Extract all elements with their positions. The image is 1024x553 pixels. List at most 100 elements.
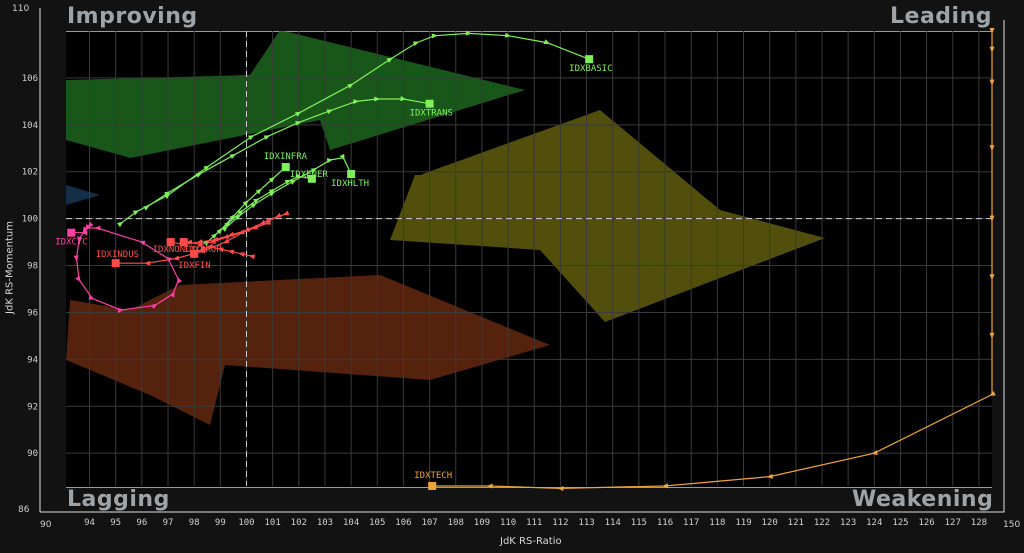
y-tick-label: 104 (22, 121, 38, 131)
trail-line (214, 175, 312, 236)
series-label: IDXHLTH (331, 179, 369, 189)
trail-point (412, 41, 420, 47)
trail-point (75, 275, 81, 283)
x-axis-title: JdK RS-Ratio (500, 536, 562, 547)
x-tick-label: 97 (163, 518, 174, 528)
series-label: IDXTECH (414, 471, 452, 481)
trail-point (229, 153, 237, 159)
trail-point (94, 225, 101, 231)
trail-point (263, 135, 271, 141)
trail-point (177, 276, 183, 284)
x-tick-label: 111 (526, 518, 542, 528)
current-point-marker[interactable] (428, 482, 437, 490)
current-point-marker[interactable] (111, 259, 120, 268)
x-tick-label: 115 (631, 518, 647, 528)
series-label: IDXTRANS (410, 109, 453, 119)
x-tick-label: 123 (840, 518, 856, 528)
y-tick-label: 90 (27, 449, 38, 459)
quadrant-label-leading: Leading (890, 4, 992, 29)
series-label: IDXENER (290, 170, 329, 180)
x-tick-label: 105 (369, 518, 385, 528)
x-tick-label: 103 (317, 518, 333, 528)
trail-point (222, 238, 230, 244)
series-idxhlth: IDXHLTH (221, 153, 369, 232)
y-tick-label: 102 (22, 168, 38, 178)
trail-point (144, 260, 151, 266)
x-tick-label: 122 (814, 518, 830, 528)
x-tick-label: 121 (788, 518, 804, 528)
y-axis-title: JdK RS-Momentum (4, 221, 16, 314)
trail-point (486, 483, 493, 489)
trail-point (557, 485, 564, 491)
rrg-chart: IDXBASIC IDXTRANS IDXINFRA IDXENERIDXHLTH ID… (22, 8, 1005, 528)
x-tick-label: 116 (657, 518, 673, 528)
current-point-marker[interactable] (425, 99, 434, 108)
x-tick-label: 128 (971, 518, 987, 528)
y-tick-label: 98 (27, 262, 38, 272)
x-tick-label: 120 (762, 518, 778, 528)
x-outer-label-left: 90 (40, 520, 52, 530)
series-idxener: IDXENER (211, 170, 328, 239)
series-label: IDXBASIC (569, 64, 612, 74)
trail-point (989, 145, 995, 152)
trail-point (989, 274, 995, 281)
y-tick-label: 100 (22, 215, 38, 225)
x-tick-label: 96 (136, 518, 147, 528)
x-tick-label: 98 (189, 518, 200, 528)
x-tick-label: 124 (866, 518, 882, 528)
quadrant-label-lagging: Lagging (67, 487, 170, 512)
x-tick-label: 117 (683, 518, 699, 528)
current-point-marker[interactable] (347, 170, 356, 179)
chart-frame: IDXBASIC IDXTRANS IDXINFRA IDXENER IDXHLTH ID… (0, 0, 1024, 553)
x-tick-label: 109 (474, 518, 490, 528)
trail-point (989, 46, 995, 53)
x-tick-label: 95 (110, 518, 121, 528)
trail-point (543, 39, 551, 44)
y-outer-label-bottom: 86 (18, 505, 30, 515)
y-tick-label: 92 (27, 402, 38, 412)
current-point-marker[interactable] (190, 249, 199, 258)
weakening-arrow-shape (390, 110, 825, 322)
x-tick-label: 106 (395, 518, 411, 528)
x-tick-label: 94 (84, 518, 95, 528)
trail-point (73, 255, 79, 262)
trail-point (989, 79, 995, 86)
x-tick-label: 99 (215, 518, 226, 528)
y-tick-label: 94 (27, 355, 38, 365)
trail-point (431, 33, 438, 39)
left-edge-blue-shape (66, 185, 100, 205)
lagging-arrow-shape (66, 275, 550, 425)
quadrant-label-improving: Improving (67, 4, 198, 29)
series-label: IDXINDUS (96, 250, 139, 260)
trail-line (115, 213, 286, 264)
current-point-marker[interactable] (281, 163, 290, 172)
x-tick-label: 102 (291, 518, 307, 528)
x-tick-label: 108 (448, 518, 464, 528)
trail-point (989, 332, 995, 339)
trail-point (465, 30, 472, 36)
x-tick-label: 114 (605, 518, 621, 528)
x-tick-label: 125 (892, 518, 908, 528)
y-outer-label-top: 110 (12, 4, 30, 14)
trail-point (282, 210, 290, 216)
y-tick-label: 96 (27, 308, 38, 318)
quadrant-label-weakening: Weakening (852, 487, 994, 512)
x-tick-label: 100 (238, 518, 254, 528)
x-tick-label: 126 (918, 518, 934, 528)
x-tick-label: 113 (578, 518, 594, 528)
x-tick-label: 127 (945, 518, 961, 528)
current-point-marker[interactable] (67, 228, 76, 237)
x-tick-label: 110 (500, 518, 516, 528)
x-tick-label: 118 (709, 518, 725, 528)
y-tick-label: 106 (22, 74, 38, 84)
x-tick-label: 104 (343, 518, 359, 528)
series-label: IDXCYC (55, 238, 88, 248)
x-tick-label: 119 (735, 518, 751, 528)
x-tick-label: 112 (552, 518, 568, 528)
series-label: IDXINFRA (264, 152, 308, 162)
x-tick-label: 101 (265, 518, 281, 528)
current-point-marker[interactable] (585, 55, 594, 64)
x-outer-label-right: 150 (1003, 520, 1021, 530)
x-tick-label: 107 (421, 518, 437, 528)
series-label: IDXFIN (178, 261, 211, 271)
